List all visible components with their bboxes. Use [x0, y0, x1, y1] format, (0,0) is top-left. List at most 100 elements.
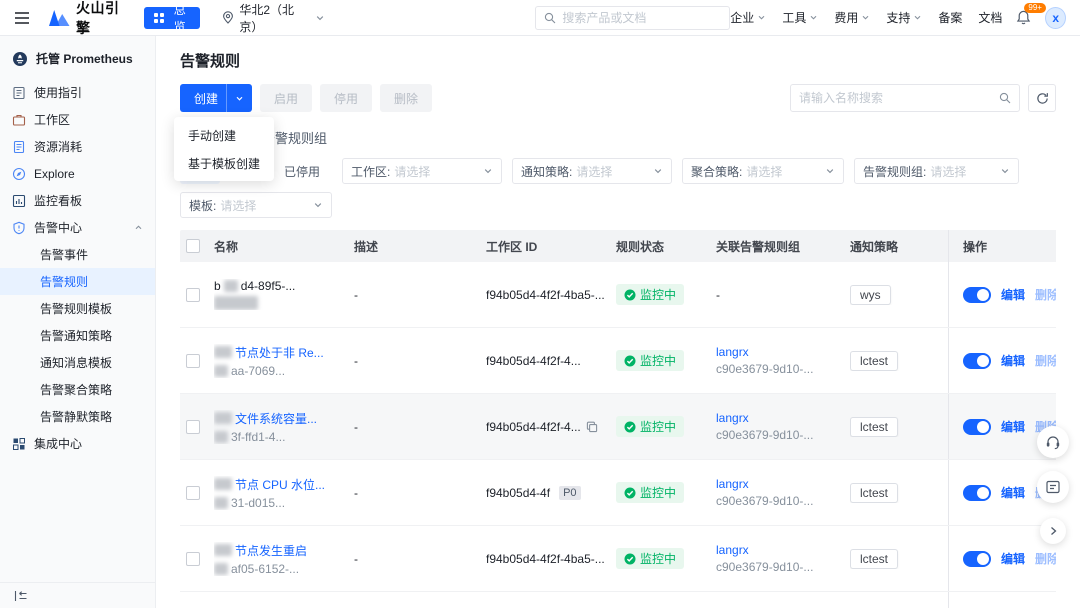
- sidebar-item-alert-rule-templates[interactable]: 告警规则模板: [0, 295, 155, 322]
- row-checkbox[interactable]: [186, 419, 200, 434]
- check-circle-icon: [624, 289, 636, 300]
- table-row: 文件系统容量... 3f-ffd1-4... - f94b05d4-4f2f-4…: [180, 394, 1056, 460]
- edit-link[interactable]: 编辑: [1001, 418, 1025, 435]
- table-row: 节点处于非 Re... aa-7069... - f94b05d4-4f2f-4…: [180, 328, 1056, 394]
- topnav-tools[interactable]: 工具: [782, 9, 818, 26]
- search-icon: [544, 12, 556, 24]
- rule-description: -: [354, 485, 358, 500]
- delete-link[interactable]: 删除: [1035, 550, 1056, 567]
- feedback-button[interactable]: [1037, 471, 1069, 503]
- delete-button[interactable]: 删除: [380, 84, 433, 112]
- volcengine-logo[interactable]: 火山引擎: [48, 0, 128, 38]
- sidebar-item-alert-center[interactable]: 告警中心: [0, 214, 155, 241]
- sidebar-item-workspace[interactable]: 工作区: [0, 106, 155, 133]
- chevron-down-icon: [825, 166, 835, 176]
- create-button[interactable]: 创建: [180, 84, 253, 112]
- template-filter-select[interactable]: 模板: 请选择: [180, 192, 332, 218]
- table-row: 节点发生重启 af05-6152-... - f94b05d4-4f2f-4ba…: [180, 526, 1056, 592]
- topnav-enterprise[interactable]: 企业: [730, 9, 766, 26]
- sidebar-item-aggregation-policies[interactable]: 告警聚合策略: [0, 376, 155, 403]
- collapse-sidebar-icon[interactable]: [14, 590, 28, 602]
- chevron-down-icon: [809, 13, 818, 22]
- redacted-text: [214, 430, 228, 443]
- copy-icon[interactable]: [586, 421, 598, 433]
- rule-name-link[interactable]: 节点发生重启: [235, 542, 307, 559]
- sidebar-item-dashboards[interactable]: 监控看板: [0, 187, 155, 214]
- workspace-icon: [12, 113, 26, 127]
- status-badge: 监控中: [616, 482, 685, 503]
- row-checkbox[interactable]: [186, 287, 200, 302]
- sidebar-item-alert-rules[interactable]: 告警规则: [0, 268, 155, 295]
- sidebar-item-explore[interactable]: Explore: [0, 160, 155, 187]
- status-badge: 监控中: [616, 284, 685, 305]
- grid-icon: [154, 12, 165, 23]
- row-checkbox[interactable]: [186, 551, 200, 566]
- topnav-icp[interactable]: 备案: [938, 9, 962, 26]
- topnav-docs[interactable]: 文档: [978, 9, 1002, 26]
- rule-name-link[interactable]: 节点处于非 Re...: [235, 344, 324, 361]
- hamburger-menu-icon[interactable]: [14, 11, 30, 25]
- menu-item-template-create[interactable]: 基于模板创建: [174, 149, 274, 177]
- edit-link[interactable]: 编辑: [1001, 352, 1025, 369]
- rule-group-link[interactable]: langrx: [716, 345, 749, 359]
- select-all-checkbox[interactable]: [186, 239, 200, 253]
- edit-link[interactable]: 编辑: [1001, 286, 1025, 303]
- sidebar-item-alert-events[interactable]: 告警事件: [0, 241, 155, 268]
- customer-service-button[interactable]: [1037, 426, 1069, 458]
- region-selector[interactable]: 华北2（北京）: [222, 1, 325, 35]
- delete-link[interactable]: 删除: [1035, 286, 1056, 303]
- rule-enabled-toggle[interactable]: [963, 418, 991, 435]
- delete-link[interactable]: 删除: [1035, 352, 1056, 369]
- menu-item-manual-create[interactable]: 手动创建: [174, 121, 274, 149]
- rule-enabled-toggle[interactable]: [963, 484, 991, 501]
- name-search-input[interactable]: [799, 91, 993, 105]
- table-row: b d4-89f5-... - f94b05d4-4f2f-4ba5-... 监控…: [180, 262, 1056, 328]
- overview-button[interactable]: 总览: [144, 3, 201, 34]
- sidebar-item-silence-policies[interactable]: 告警静默策略: [0, 403, 155, 430]
- topnav-billing[interactable]: 费用: [834, 9, 870, 26]
- rule-group-link[interactable]: langrx: [716, 411, 749, 425]
- notification-bell-icon[interactable]: 99+: [1016, 3, 1046, 25]
- table-row: 节点 CPU 水位... 31-d015... - f94b05d4-4f P0 …: [180, 460, 1056, 526]
- notify-policy-filter-select[interactable]: 通知策略: 请选择: [512, 158, 673, 184]
- col-actions: 操作: [948, 230, 1056, 262]
- refresh-button[interactable]: [1028, 84, 1056, 112]
- topbar: 火山引擎 总览 华北2（北京） 企业 工具 费用 支持 备案 文档 99+ x: [0, 0, 1080, 36]
- resource-icon: [12, 140, 26, 154]
- check-circle-icon: [624, 355, 636, 366]
- sidebar-item-integration-center[interactable]: 集成中心: [0, 430, 155, 457]
- topbar-search-input[interactable]: [562, 10, 722, 25]
- toolbar: 创建 手动创建 基于模板创建 启用 停用 删除: [174, 84, 1056, 181]
- redacted-text: [214, 478, 232, 490]
- severity-tag: P0: [559, 485, 581, 500]
- workspace-filter-select[interactable]: 工作区: 请选择: [342, 158, 503, 184]
- chevron-down-icon: [315, 13, 325, 23]
- rule-enabled-toggle[interactable]: [963, 286, 991, 303]
- status-filter-stopped[interactable]: 已停用: [276, 159, 328, 184]
- rule-group-filter-select[interactable]: 告警规则组: 请选择: [854, 158, 1020, 184]
- aggregation-policy-filter-select[interactable]: 聚合策略: 请选择: [682, 158, 845, 184]
- rule-group-link[interactable]: langrx: [716, 543, 749, 557]
- enable-button[interactable]: 启用: [260, 84, 313, 112]
- edit-link[interactable]: 编辑: [1001, 484, 1025, 501]
- avatar[interactable]: x: [1045, 6, 1067, 29]
- edit-link[interactable]: 编辑: [1001, 550, 1025, 567]
- rule-group-link[interactable]: langrx: [716, 477, 749, 491]
- sidebar-item-notify-policies[interactable]: 告警通知策略: [0, 322, 155, 349]
- rule-enabled-toggle[interactable]: [963, 352, 991, 369]
- create-dropdown-caret-icon[interactable]: [226, 84, 252, 112]
- rule-name-link[interactable]: 节点 CPU 水位...: [235, 476, 325, 493]
- expand-panel-button[interactable]: [1040, 518, 1066, 544]
- sidebar-item-guide[interactable]: 使用指引: [0, 79, 155, 106]
- rule-enabled-toggle[interactable]: [963, 550, 991, 567]
- topnav-support[interactable]: 支持: [886, 9, 922, 26]
- sidebar-item-resource-usage[interactable]: 资源消耗: [0, 133, 155, 160]
- row-checkbox[interactable]: [186, 353, 200, 368]
- rule-name-link[interactable]: 文件系统容量...: [235, 410, 317, 427]
- disable-button[interactable]: 停用: [320, 84, 373, 112]
- search-icon[interactable]: [999, 92, 1011, 104]
- row-checkbox[interactable]: [186, 485, 200, 500]
- sidebar-item-message-templates[interactable]: 通知消息模板: [0, 349, 155, 376]
- col-rule-group: 关联告警规则组: [716, 239, 801, 254]
- rule-description: -: [354, 353, 358, 368]
